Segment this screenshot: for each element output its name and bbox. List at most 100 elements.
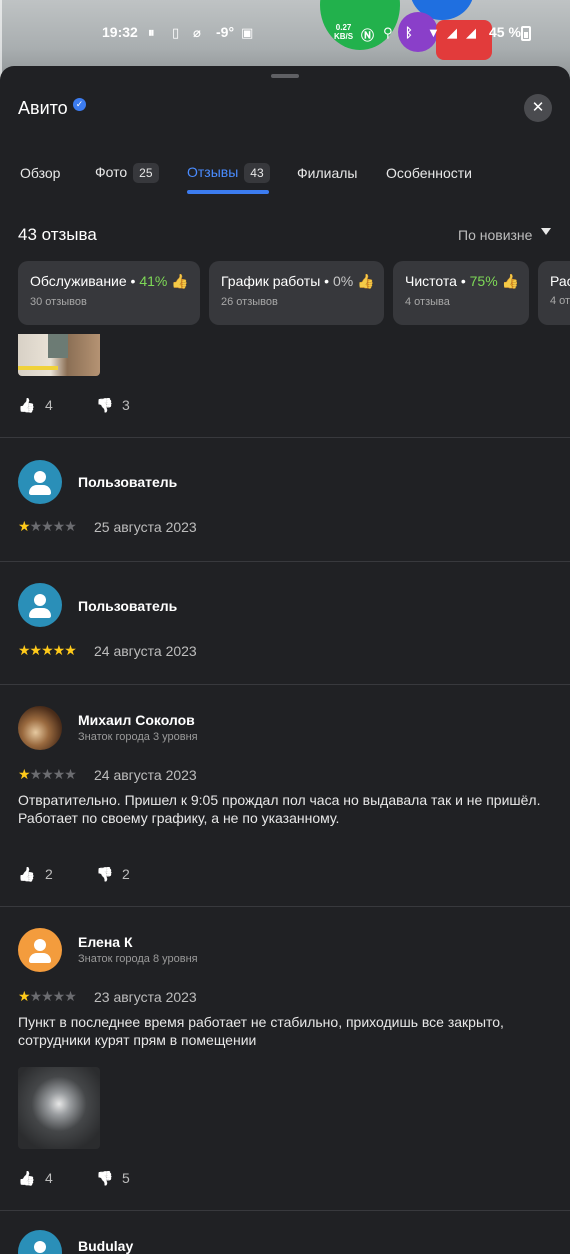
review-photo[interactable]: [18, 1067, 100, 1149]
pause-icon: ⏸: [148, 25, 155, 40]
tab-count-badge: 43: [244, 163, 270, 183]
review-author[interactable]: Елена К: [78, 934, 133, 950]
place-title: Авито: [18, 98, 68, 118]
thumbs-down-icon[interactable]: 👎: [96, 397, 113, 414]
review-date: 25 августа 2023: [94, 519, 197, 535]
review-votes: 👍 4 👎 5: [18, 1170, 158, 1190]
review-author[interactable]: Budulay: [78, 1238, 133, 1254]
star-rating: ★★★★★: [18, 518, 77, 534]
tab-label: Отзывы: [187, 164, 239, 180]
star-rating: ★★★★★: [18, 642, 77, 658]
status-battery: 45 %: [489, 24, 521, 40]
divider: [0, 906, 570, 907]
status-temperature: -9°: [216, 24, 235, 40]
chip-label: Рас: [550, 273, 570, 289]
thumbs-down-icon[interactable]: 👎: [96, 1170, 113, 1187]
tab-features[interactable]: Особенности: [386, 162, 472, 184]
phone-icon: ▯: [172, 25, 180, 40]
like-count: 2: [45, 866, 53, 882]
chip-subtitle: 4 отзыва: [405, 296, 450, 308]
tab-label: Филиалы: [297, 165, 358, 181]
sort-dropdown[interactable]: По новизне: [458, 227, 532, 243]
chip-percent: 41%: [139, 273, 168, 289]
chip-location[interactable]: Рас 4 от: [538, 261, 570, 325]
review-text: Пункт в последнее время работает не стаб…: [18, 1014, 504, 1048]
tab-count-badge: 25: [133, 163, 159, 183]
chip-service[interactable]: Обслуживание • 41% 👍 30 отзывов: [18, 261, 200, 325]
place-sheet: Авито ✓ ✕ Обзор Фото 25 Отзывы 43 Филиалы …: [0, 66, 570, 1254]
avatar[interactable]: [18, 1230, 62, 1254]
divider: [0, 437, 570, 438]
chip-cleanliness[interactable]: Чистота • 75% 👍 4 отзыва: [393, 261, 529, 325]
thumbs-up-icon: 👍: [171, 273, 189, 289]
reviews-count: 43 отзыва: [18, 225, 97, 244]
tab-overview[interactable]: Обзор: [20, 162, 60, 184]
active-tab-indicator: [187, 190, 269, 194]
dislike-count: 2: [122, 866, 130, 882]
chip-label: Чистота: [405, 273, 457, 289]
signal-2-icon: ◢: [466, 25, 476, 40]
close-button[interactable]: ✕: [524, 94, 552, 122]
author-rank: Знаток города 8 уровня: [78, 953, 198, 965]
signal-icon: ◢: [447, 25, 457, 40]
tab-label: Фото: [95, 164, 128, 180]
review-author[interactable]: Пользователь: [78, 598, 177, 614]
drag-handle[interactable]: [271, 74, 299, 78]
thumbs-down-icon[interactable]: 👎: [96, 866, 113, 883]
author-rank: Знаток города 3 уровня: [78, 731, 198, 743]
status-net-speed: 0.27 KB/S: [334, 23, 354, 41]
thumbs-up-icon[interactable]: 👍: [18, 1170, 35, 1187]
chip-subtitle: 30 отзывов: [30, 296, 87, 308]
bluetooth-icon: ᛒ: [405, 25, 413, 40]
like-count: 4: [45, 397, 53, 413]
wifi-icon: ▼: [427, 25, 440, 40]
chip-label: Обслуживание: [30, 273, 127, 289]
tab-label: Обзор: [20, 165, 61, 181]
divider: [0, 561, 570, 562]
review-date: 24 августа 2023: [94, 643, 197, 659]
chip-percent: 0%: [332, 273, 354, 289]
reviews-list: 👍 4 👎 3 Пользователь ★★★★★ 25 августа 20…: [0, 334, 570, 1254]
nfc-icon: Ⓝ: [361, 28, 375, 43]
avatar[interactable]: [18, 460, 62, 504]
thumbs-up-icon[interactable]: 👍: [18, 397, 35, 414]
avatar[interactable]: [18, 706, 62, 750]
review-date: 24 августа 2023: [94, 767, 197, 783]
chip-schedule[interactable]: График работы • 0% 👍 26 отзывов: [209, 261, 384, 325]
review-date: 23 августа 2023: [94, 989, 197, 1005]
chip-subtitle: 4 от: [550, 295, 570, 307]
star-rating: ★★★★★: [18, 766, 77, 782]
tab-photos[interactable]: Фото 25: [95, 161, 159, 183]
chevron-down-icon[interactable]: [541, 228, 551, 235]
thumbs-up-icon: 👍: [357, 273, 375, 289]
divider: [0, 684, 570, 685]
image-icon: ▣: [241, 25, 254, 40]
review-votes: 👍 2 👎 2: [18, 866, 158, 886]
chip-label: График работы: [221, 273, 321, 289]
tab-branches[interactable]: Филиалы: [297, 162, 357, 184]
review-author[interactable]: Пользователь: [78, 474, 177, 490]
thumbs-up-icon: 👍: [501, 273, 519, 289]
tab-reviews[interactable]: Отзывы 43: [187, 161, 270, 183]
chip-percent: 75%: [469, 273, 498, 289]
star-rating: ★★★★★: [18, 988, 77, 1004]
tabs-bar: Обзор Фото 25 Отзывы 43 Филиалы Особенност…: [0, 162, 570, 202]
avatar[interactable]: [18, 583, 62, 627]
dislike-count: 3: [122, 397, 130, 413]
no-signal-icon: ⌀: [193, 25, 201, 40]
review-text: Отвратительно. Пришел к 9:05 прождал пол…: [18, 792, 541, 826]
thumbs-up-icon[interactable]: 👍: [18, 866, 35, 883]
dislike-count: 5: [122, 1170, 130, 1186]
review-votes: 👍 4 👎 3: [18, 397, 158, 417]
verified-icon: ✓: [73, 98, 86, 111]
chip-subtitle: 26 отзывов: [221, 296, 278, 308]
battery-icon: [521, 26, 531, 41]
aspect-chips: Обслуживание • 41% 👍 30 отзывов График р…: [0, 261, 570, 325]
divider: [0, 1210, 570, 1211]
avatar[interactable]: [18, 928, 62, 972]
like-count: 4: [45, 1170, 53, 1186]
review-photo[interactable]: [18, 334, 100, 376]
status-bar: 19:32 ⏸ ▯ ⌀ -9° ▣ 0.27 KB/S Ⓝ ⚲ ᛒ ▼ ◢ ◢ 4…: [0, 22, 570, 44]
review-author[interactable]: Михаил Соколов: [78, 712, 195, 728]
status-time: 19:32: [102, 24, 138, 40]
